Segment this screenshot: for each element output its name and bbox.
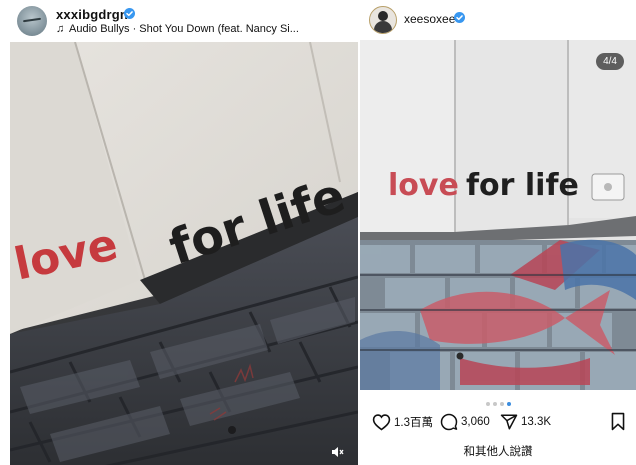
right-post: xeesoxee love for life 4/4 1.3百萬 3,060 1…: [360, 0, 636, 465]
username[interactable]: xeesoxee: [404, 12, 455, 26]
bookmark-icon[interactable]: [610, 412, 626, 431]
avatar[interactable]: [369, 6, 397, 34]
carousel-dot[interactable]: [492, 402, 497, 406]
left-post: xxxibgdrgn ♫ Audio Bullys · Shot You Dow…: [0, 0, 358, 465]
audio-track[interactable]: Audio Bullys · Shot You Down (feat. Nanc…: [69, 23, 309, 35]
verified-icon: [454, 12, 465, 23]
right-post-header: xeesoxee: [360, 0, 636, 40]
share-count: 13.3K: [521, 416, 552, 428]
post-photo[interactable]: love for life 4/4: [360, 40, 636, 390]
graffiti-for-life: for life: [466, 168, 579, 203]
comment-icon: [440, 413, 458, 431]
photo-illustration: love for life: [10, 42, 358, 465]
carousel-dots: [360, 393, 636, 406]
post-photo[interactable]: love for life: [10, 42, 358, 465]
photo-illustration: love for life: [360, 40, 636, 390]
music-note-icon: ♫: [56, 23, 65, 35]
verified-icon: [124, 8, 135, 19]
send-icon: [500, 414, 518, 430]
left-post-header: xxxibgdrgn ♫ Audio Bullys · Shot You Dow…: [0, 0, 358, 42]
liked-by-text[interactable]: 和其他人說讚: [360, 443, 636, 459]
heart-icon: [372, 414, 391, 431]
action-bar: 1.3百萬 3,060 13.3K: [360, 410, 636, 434]
share-button[interactable]: 13.3K: [500, 410, 551, 434]
avatar[interactable]: [17, 6, 47, 36]
username[interactable]: xxxibgdrgn: [56, 7, 128, 22]
mute-icon[interactable]: [330, 445, 344, 459]
carousel-dot[interactable]: [485, 402, 490, 406]
like-button[interactable]: 1.3百萬: [372, 410, 433, 434]
comment-count: 3,060: [461, 416, 490, 428]
graffiti-love: love: [388, 168, 459, 203]
carousel-dot-active[interactable]: [506, 402, 511, 406]
carousel-dot[interactable]: [499, 402, 504, 406]
page-counter: 4/4: [596, 53, 624, 70]
comment-button[interactable]: 3,060: [440, 410, 490, 434]
like-count: 1.3百萬: [394, 417, 433, 429]
